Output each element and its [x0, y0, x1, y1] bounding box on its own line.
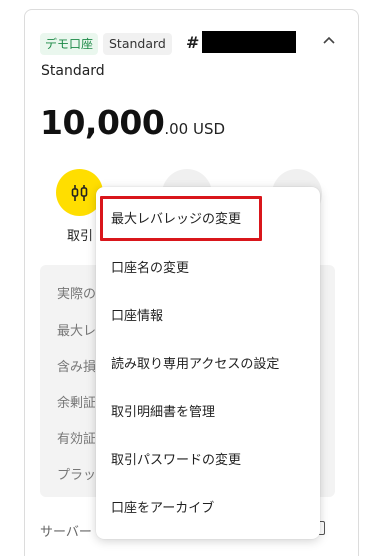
info-row-label: 有効証: [57, 432, 95, 447]
account-type-badge: Standard: [103, 33, 172, 55]
menu-item-change-max-leverage[interactable]: 最大レバレッジの変更: [96, 200, 320, 240]
server-label: サーバー: [40, 525, 92, 540]
demo-account-badge: デモ口座: [40, 33, 99, 55]
trade-button-label: 取引: [67, 229, 94, 244]
account-type-name: Standard: [41, 63, 105, 79]
menu-item-archive-account[interactable]: 口座をアーカイブ: [96, 489, 320, 529]
info-row-label: 余剰証: [57, 396, 95, 411]
info-row-label: 含み損: [57, 360, 95, 375]
menu-item-account-info[interactable]: 口座情報: [96, 297, 320, 337]
account-balance: 10,000.00 USD: [40, 103, 225, 142]
candlestick-icon: [71, 184, 87, 201]
menu-item-manage-statements[interactable]: 取引明細書を管理: [96, 393, 320, 433]
account-number-prefix: #: [186, 33, 200, 52]
info-row-label: 最大レ: [57, 324, 95, 339]
account-options-menu: 最大レバレッジの変更 口座名の変更 口座情報 読み取り専用アクセスの設定 取引明…: [96, 187, 320, 539]
account-number-redacted: [202, 31, 296, 53]
chevron-up-icon[interactable]: [319, 30, 339, 50]
balance-decimal-currency: .00 USD: [164, 120, 226, 138]
menu-item-read-only-access[interactable]: 読み取り専用アクセスの設定: [96, 345, 320, 385]
menu-item-rename-account[interactable]: 口座名の変更: [96, 249, 320, 289]
menu-item-change-trading-password[interactable]: 取引パスワードの変更: [96, 441, 320, 481]
info-row-label: 実際の: [57, 287, 95, 302]
info-row-label: プラット: [57, 468, 95, 483]
balance-integer: 10,000: [40, 103, 165, 142]
